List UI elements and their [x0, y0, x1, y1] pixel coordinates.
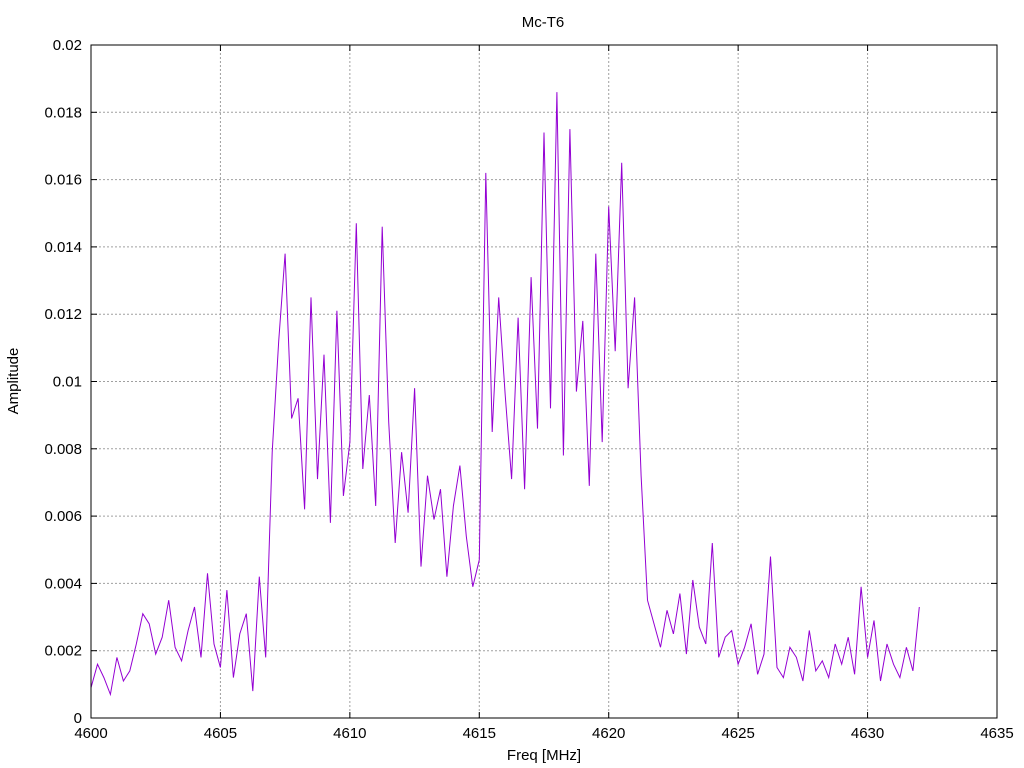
- chart: Mc-T6 4600 4605 4610 4615 4620 4625 4630 4635 0…: [5, 14, 1014, 764]
- x-tick-label: 4630: [851, 725, 884, 742]
- y-tick-label: 0.002: [44, 643, 82, 660]
- y-tick-labels: 0 0.002 0.004 0.006 0.008 0.01 0.012 0.014 0.016…: [44, 37, 82, 727]
- series-group: [90, 92, 920, 697]
- y-tick-label: 0.016: [44, 172, 82, 189]
- x-tick-label: 4625: [721, 725, 754, 742]
- y-tick-label: 0.008: [44, 441, 82, 458]
- x-tick-label: 4635: [980, 725, 1013, 742]
- x-axis-label: Freq [MHz]: [507, 747, 581, 764]
- series-line: [90, 92, 920, 697]
- x-tick-label: 4610: [333, 725, 366, 742]
- y-tick-label: 0: [74, 710, 82, 727]
- y-axis-label: Amplitude: [5, 348, 22, 415]
- x-tick-labels: 4600 4605 4610 4615 4620 4625 4630 4635: [74, 725, 1013, 742]
- y-tick-label: 0.012: [44, 306, 82, 323]
- chart-title: Mc-T6: [522, 14, 565, 31]
- y-tick-label: 0.006: [44, 508, 82, 525]
- y-tick-label: 0.018: [44, 104, 82, 121]
- y-tick-label: 0.004: [44, 575, 82, 592]
- x-tick-label: 4620: [592, 725, 625, 742]
- y-tick-label: 0.014: [44, 239, 82, 256]
- y-tick-label: 0.01: [53, 374, 82, 391]
- x-tick-label: 4605: [204, 725, 237, 742]
- x-tick-label: 4600: [74, 725, 107, 742]
- x-tick-label: 4615: [463, 725, 496, 742]
- y-tick-label: 0.02: [53, 37, 82, 54]
